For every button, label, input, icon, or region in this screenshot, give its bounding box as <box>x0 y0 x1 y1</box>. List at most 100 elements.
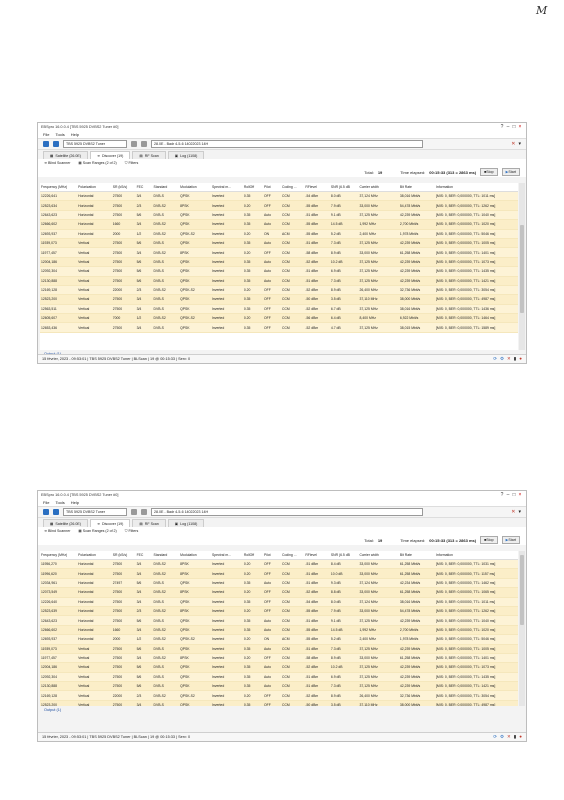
table-row[interactable]: 12130,888 Vertical 27500 5/6 DVB-S QPSK Invert… <box>40 276 518 286</box>
column-header[interactable]: Spectral m... <box>210 551 243 560</box>
table-row[interactable]: 12092,304 Vertical 27500 5/6 DVB-S QPSK Invert… <box>40 672 518 683</box>
satellite-icon[interactable] <box>131 141 137 147</box>
column-header[interactable]: Bit Rate <box>398 183 435 192</box>
table-row[interactable]: 12523,639 Horizontal 27500 2/3 DVB-S2 8PSK Inv… <box>40 606 518 617</box>
record-status-icon[interactable]: ● <box>519 734 522 740</box>
table-row[interactable]: 12666,602 Horizontal 1660 3/4 DVB-S2 QPSK Inve… <box>40 219 518 230</box>
column-header[interactable]: Pilot <box>262 551 282 560</box>
column-header[interactable]: Modulation <box>179 183 211 192</box>
tuner-select[interactable]: TBS 5925 DVBS2 Tuner <box>63 508 127 516</box>
column-header[interactable]: Pilot <box>262 183 282 192</box>
tab-log[interactable]: ▣ Log (1108) <box>167 151 205 159</box>
blind-scanner-button[interactable]: ➔ Blind Scanner <box>44 529 70 533</box>
transponder-select[interactable]: 28.0E - Badr 4-5-6 14022023 14H <box>151 508 423 516</box>
clear-icon[interactable]: ✕ <box>511 141 515 147</box>
tab-satellite[interactable]: ▦ Satellite (26.0E) <box>43 151 88 159</box>
column-header[interactable]: SR (kS/s) <box>111 551 136 560</box>
tab-rf-scan[interactable]: ▤ RF Scan <box>132 519 166 527</box>
refresh-icon[interactable] <box>141 509 147 515</box>
column-header[interactable]: SNR (6.5 dB <box>329 183 359 192</box>
column-header[interactable]: SR (kS/s) <box>111 183 136 192</box>
table-row[interactable]: 11996,620 Horizontal 27500 3/4 DVB-S2 8PSK Inv… <box>40 568 518 579</box>
scan-ranges-button[interactable]: ▦ Scan Ranges (2 of 2) <box>78 161 116 165</box>
satellite-icon[interactable] <box>131 509 137 515</box>
table-row[interactable]: 12226,641 Horizontal 27500 3/4 DVB-S QPSK Inve… <box>40 191 518 202</box>
column-header[interactable]: Standard <box>152 183 180 192</box>
tuner-icon[interactable] <box>53 141 59 147</box>
table-row[interactable]: 12004,186 Vertical 27500 5/6 DVB-S QPSK Invert… <box>40 257 518 268</box>
clear-icon[interactable]: ✕ <box>511 509 515 515</box>
lock-status-icon[interactable]: ▮ <box>514 356 516 362</box>
table-row[interactable]: 12666,602 Horizontal 1660 3/4 DVB-S2 QPSK Inve… <box>40 625 518 636</box>
table-row[interactable]: 12563,511 Vertical 27500 3/4 DVB-S QPSK Invert… <box>40 304 518 315</box>
column-header[interactable]: Coding ... <box>281 183 305 192</box>
table-row[interactable]: 12643,623 Horizontal 27500 5/6 DVB-S QPSK Inve… <box>40 615 518 626</box>
menu-file[interactable]: File <box>43 500 49 505</box>
table-row[interactable]: 12693,937 Horizontal 2000 1/2 DVB-S2 QPSK-S2 I… <box>40 634 518 645</box>
column-header[interactable]: Polarization <box>77 551 112 560</box>
stop-button[interactable]: ■ Stop <box>480 168 498 176</box>
column-header[interactable]: Modulation <box>179 551 211 560</box>
scan-ranges-button[interactable]: ▦ Scan Ranges (2 of 2) <box>78 529 116 533</box>
cancel-status-icon[interactable]: ✕ <box>507 734 511 740</box>
filters-button[interactable]: ⛉ Filters <box>125 161 139 165</box>
save-icon[interactable] <box>43 141 49 147</box>
output-panel-label[interactable]: Output (1) <box>44 708 61 712</box>
column-header[interactable]: FEC <box>135 551 153 560</box>
column-header[interactable]: Bit Rate <box>398 551 435 560</box>
column-header[interactable]: Carrier width <box>358 183 399 192</box>
table-row[interactable]: 12073,549 Horizontal 27500 3/4 DVB-S2 8PSK Inv… <box>40 587 518 598</box>
column-header[interactable]: RFlevel <box>304 551 330 560</box>
menu-tools[interactable]: Tools <box>55 132 64 137</box>
tab-discover[interactable]: ➜ Discover (19) <box>89 151 131 159</box>
menu-help[interactable]: Help <box>71 500 79 505</box>
settings-status-icon[interactable]: ⚙ <box>500 734 504 740</box>
column-header[interactable]: RollOff <box>242 183 263 192</box>
column-header[interactable]: Information <box>434 183 518 192</box>
table-row[interactable]: 12226,640 Horizontal 27500 3/4 DVB-S QPSK Inve… <box>40 597 518 607</box>
table-row[interactable]: 12523,200 Vertical 27500 3/4 DVB-S QPSK Invert… <box>40 294 518 305</box>
column-header[interactable]: Polarization <box>77 183 112 192</box>
tab-rf-scan[interactable]: ▤ RF Scan <box>132 151 166 159</box>
close-icon[interactable]: × <box>517 492 523 498</box>
table-row[interactable]: 11939,073 Vertical 27500 5/6 DVB-S QPSK Invert… <box>40 238 518 249</box>
table-row[interactable]: 12605,607 Vertical 7000 1/2 DVB-S2 QPSK-S2 Inv… <box>40 313 518 324</box>
table-row[interactable]: 12523,634 Horizontal 27500 2/3 DVB-S2 8PSK Inv… <box>40 200 518 211</box>
dropdown-icon[interactable]: ▾ <box>518 141 521 147</box>
start-button[interactable]: ▶ Start <box>501 536 520 544</box>
refresh-status-icon[interactable]: ⟳ <box>493 356 497 362</box>
tab-log[interactable]: ▣ Log (1108) <box>167 519 205 527</box>
tuner-icon[interactable] <box>53 509 59 515</box>
menu-file[interactable]: File <box>43 132 49 137</box>
table-row[interactable]: 12169,128 Vertical 22000 2/3 DVB-S2 QPSK-S2 In… <box>40 285 518 296</box>
transponder-select[interactable]: 28.0E - Badr 4-5-6 14022023 14H <box>151 140 423 148</box>
menu-help[interactable]: Help <box>71 132 79 137</box>
column-header[interactable]: RollOff <box>242 551 263 560</box>
table-row[interactable]: 11939,073 Vertical 27500 5/6 DVB-S QPSK Invert… <box>40 644 518 654</box>
table-row[interactable]: 12523,200 Vertical 27500 3/4 DVB-S QPSK Invert… <box>40 700 518 706</box>
record-status-icon[interactable]: ● <box>519 356 522 362</box>
table-row[interactable]: 12169,128 Vertical 22000 2/3 DVB-S2 QPSK-S2 In… <box>40 690 518 701</box>
table-row[interactable]: 12643,623 Horizontal 27500 5/6 DVB-S QPSK Inve… <box>40 210 518 221</box>
table-row[interactable]: 12034,961 Horizontal 27497 5/6 DVB-S QPSK Inve… <box>40 578 518 589</box>
blind-scanner-button[interactable]: ➔ Blind Scanner <box>44 161 70 165</box>
table-row[interactable]: 12092,304 Vertical 27500 5/6 DVB-S QPSK Invert… <box>40 266 518 277</box>
table-row[interactable]: 12653,436 Vertical 27500 3/4 DVB-S QPSK Invert… <box>40 322 518 333</box>
refresh-status-icon[interactable]: ⟳ <box>493 734 497 740</box>
refresh-icon[interactable] <box>141 141 147 147</box>
column-header[interactable]: Spectral m... <box>210 183 243 192</box>
tab-discover[interactable]: ➜ Discover (19) <box>89 519 131 527</box>
tab-satellite[interactable]: ▦ Satellite (26.0E) <box>43 519 88 527</box>
scrollbar-thumb[interactable] <box>520 555 524 625</box>
table-row[interactable]: 12004,186 Vertical 27500 5/6 DVB-S QPSK Invert… <box>40 662 518 673</box>
table-row[interactable]: 12130,888 Vertical 27500 5/6 DVB-S QPSK Invert… <box>40 681 518 692</box>
vertical-scrollbar[interactable] <box>519 551 525 706</box>
settings-status-icon[interactable]: ⚙ <box>500 356 504 362</box>
dropdown-icon[interactable]: ▾ <box>518 509 521 515</box>
table-row[interactable]: 11977,457 Vertical 27500 3/4 DVB-S2 8PSK Inver… <box>40 653 518 664</box>
table-row[interactable]: 12693,937 Horizontal 2000 1/2 DVB-S2 QPSK-S2 I… <box>40 229 518 239</box>
vertical-scrollbar[interactable] <box>519 183 525 350</box>
cancel-status-icon[interactable]: ✕ <box>507 356 511 362</box>
column-header[interactable]: Information <box>434 551 518 560</box>
close-icon[interactable]: × <box>517 124 523 130</box>
